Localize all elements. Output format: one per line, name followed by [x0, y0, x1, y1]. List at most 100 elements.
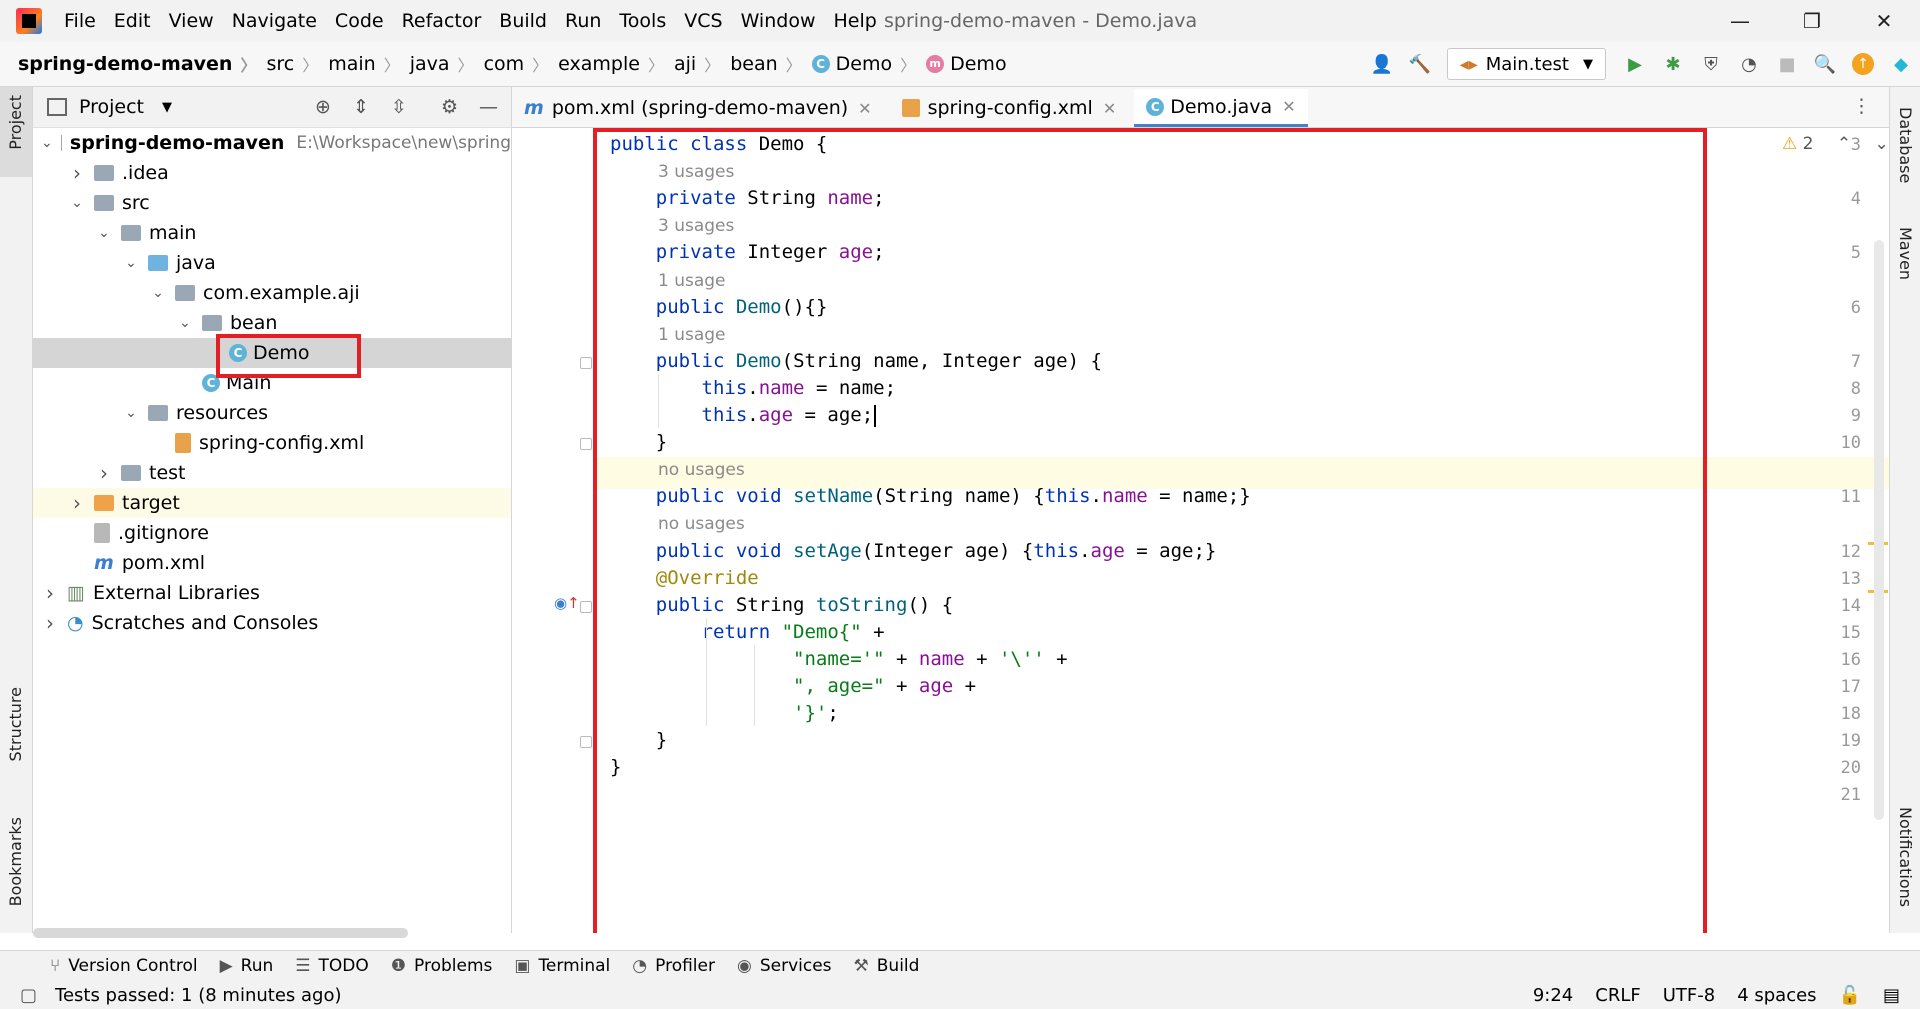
- more-tabs-icon[interactable]: ⋮: [1852, 95, 1871, 117]
- expand-all-icon[interactable]: ⇕: [353, 96, 369, 118]
- stop-icon[interactable]: ■: [1776, 53, 1798, 75]
- menu-build[interactable]: Build: [499, 10, 547, 32]
- gear-icon[interactable]: ⚙: [441, 96, 458, 118]
- project-tool-button[interactable]: Project: [6, 95, 25, 150]
- search-icon[interactable]: 🔍: [1814, 53, 1836, 75]
- inspection-widget[interactable]: ⚠ 2 ⌃ ⌄: [1782, 134, 1889, 154]
- chevron-down-icon[interactable]: ⌄: [122, 255, 140, 271]
- breadcrumb-class-demo[interactable]: C Demo 〉: [811, 52, 916, 76]
- next-highlight-icon[interactable]: ⌄: [1875, 134, 1889, 154]
- tree-item[interactable]: › target: [33, 488, 511, 518]
- indent-setting[interactable]: 4 spaces: [1737, 985, 1816, 1006]
- breadcrumb-example[interactable]: example 〉: [558, 52, 664, 76]
- structure-tool-button[interactable]: Structure: [6, 687, 25, 761]
- tree-item[interactable]: › ▥ External Libraries: [33, 578, 511, 608]
- menu-run[interactable]: Run: [565, 10, 601, 32]
- tree-item[interactable]: ⌄ resources: [33, 398, 511, 428]
- user-icon[interactable]: 👤: [1370, 53, 1392, 75]
- restore-icon[interactable]: ❐: [1776, 0, 1848, 42]
- memory-indicator-icon[interactable]: ▤: [1883, 985, 1900, 1006]
- breadcrumb-bean[interactable]: bean 〉: [730, 52, 801, 76]
- tree-item[interactable]: ⌄ com.example.aji: [33, 278, 511, 308]
- tree-item[interactable]: ⌄ src: [33, 188, 511, 218]
- problems-tool-button[interactable]: ❶ Problems: [391, 956, 493, 976]
- tab-pom-xml[interactable]: m pom.xml (spring-demo-maven) ✕: [512, 89, 884, 127]
- profile-icon[interactable]: ◔: [1738, 53, 1760, 75]
- menu-window[interactable]: Window: [741, 10, 816, 32]
- caret-position[interactable]: 9:24: [1533, 985, 1573, 1006]
- status-message[interactable]: Tests passed: 1 (8 minutes ago): [55, 985, 342, 1006]
- menu-edit[interactable]: Edit: [114, 10, 151, 32]
- terminal-tool-button[interactable]: ▣ Terminal: [514, 956, 610, 976]
- code-editor[interactable]: public class Demo {3 usages private Stri…: [512, 128, 1889, 933]
- breadcrumb-java[interactable]: java 〉: [410, 52, 474, 76]
- tree-item[interactable]: ⌄ main: [33, 218, 511, 248]
- breadcrumb-src[interactable]: src 〉: [266, 52, 318, 76]
- chevron-down-icon[interactable]: ⌄: [149, 285, 167, 301]
- chevron-right-icon[interactable]: ›: [68, 161, 86, 185]
- fold-end-icon[interactable]: [580, 736, 592, 749]
- override-method-icon[interactable]: ◉↑: [554, 594, 580, 612]
- chevron-down-icon[interactable]: ⌄: [176, 315, 194, 331]
- previous-highlight-icon[interactable]: ⌃: [1837, 134, 1851, 154]
- database-tool-button[interactable]: Database: [1896, 107, 1915, 183]
- project-horizontal-scrollbar[interactable]: [33, 928, 408, 938]
- breadcrumb-com[interactable]: com 〉: [484, 52, 549, 76]
- chevron-right-icon[interactable]: ›: [95, 461, 113, 485]
- breadcrumb-aji[interactable]: aji 〉: [674, 52, 720, 76]
- close-icon[interactable]: ✕: [1103, 99, 1116, 118]
- hide-panel-icon[interactable]: —: [479, 96, 498, 118]
- line-separator[interactable]: CRLF: [1595, 985, 1640, 1006]
- chevron-down-icon[interactable]: ⌄: [122, 405, 140, 421]
- services-tool-button[interactable]: ◉ Services: [737, 956, 832, 976]
- tab-spring-config-xml[interactable]: spring-config.xml ✕: [890, 89, 1129, 127]
- collapse-all-icon[interactable]: ⇳: [391, 96, 407, 118]
- tree-item[interactable]: .gitignore: [33, 518, 511, 548]
- close-icon[interactable]: ✕: [1282, 97, 1295, 116]
- menu-help[interactable]: Help: [833, 10, 876, 32]
- breadcrumb-main[interactable]: main 〉: [328, 52, 400, 76]
- chevron-down-icon[interactable]: ⌄: [41, 135, 53, 151]
- menu-refactor[interactable]: Refactor: [402, 10, 482, 32]
- fold-end-icon[interactable]: [580, 438, 592, 451]
- maven-tool-button[interactable]: Maven: [1896, 227, 1915, 280]
- menu-vcs[interactable]: VCS: [684, 10, 722, 32]
- build-hammer-icon[interactable]: 🔨: [1408, 53, 1430, 75]
- version-control-tool-button[interactable]: ⑂ Version Control: [50, 956, 198, 976]
- lock-icon[interactable]: 🔓: [1839, 985, 1861, 1006]
- project-panel-title[interactable]: Project: [79, 96, 144, 118]
- debug-icon[interactable]: ✱: [1662, 53, 1684, 75]
- menu-view[interactable]: View: [169, 10, 214, 32]
- chevron-right-icon[interactable]: ›: [41, 611, 59, 635]
- editor-vertical-scrollbar[interactable]: [1874, 240, 1884, 820]
- bookmarks-tool-button[interactable]: Bookmarks: [6, 817, 25, 906]
- minimize-icon[interactable]: —: [1704, 0, 1776, 42]
- tree-item[interactable]: › .idea: [33, 158, 511, 188]
- tree-item[interactable]: › ◔ Scratches and Consoles: [33, 608, 511, 638]
- file-encoding[interactable]: UTF-8: [1663, 985, 1715, 1006]
- notifications-tool-button[interactable]: Notifications: [1896, 807, 1915, 907]
- breadcrumb-method-demo[interactable]: m Demo: [926, 53, 1007, 75]
- tree-item[interactable]: ⌄ spring-demo-maven E:\Workspace\new\sprin…: [33, 128, 511, 158]
- chevron-down-icon[interactable]: ▼: [162, 100, 172, 115]
- run-icon[interactable]: ▶: [1624, 53, 1646, 75]
- coverage-icon[interactable]: ⛨: [1700, 53, 1722, 75]
- chevron-down-icon[interactable]: ⌄: [68, 195, 86, 211]
- fold-collapse-icon[interactable]: [580, 356, 592, 369]
- tree-item[interactable]: ⌄ java: [33, 248, 511, 278]
- tab-demo-java[interactable]: C Demo.java ✕: [1134, 89, 1308, 127]
- chevron-down-icon[interactable]: ⌄: [95, 225, 113, 241]
- menu-code[interactable]: Code: [335, 10, 384, 32]
- menu-file[interactable]: File: [64, 10, 96, 32]
- update-icon[interactable]: ↑: [1852, 53, 1874, 75]
- tree-item[interactable]: m pom.xml: [33, 548, 511, 578]
- run-configuration-select[interactable]: ◂▸ Main.test ▼: [1446, 48, 1606, 80]
- breadcrumb-project[interactable]: spring-demo-maven 〉: [18, 52, 256, 76]
- tree-item[interactable]: spring-config.xml: [33, 428, 511, 458]
- build-tool-button[interactable]: ⚒ Build: [854, 956, 920, 976]
- tree-item[interactable]: › test: [33, 458, 511, 488]
- menu-tools[interactable]: Tools: [619, 10, 666, 32]
- chevron-right-icon[interactable]: ›: [68, 491, 86, 515]
- chevron-right-icon[interactable]: ›: [41, 581, 59, 605]
- toggle-tool-windows-icon[interactable]: ▢: [20, 985, 37, 1006]
